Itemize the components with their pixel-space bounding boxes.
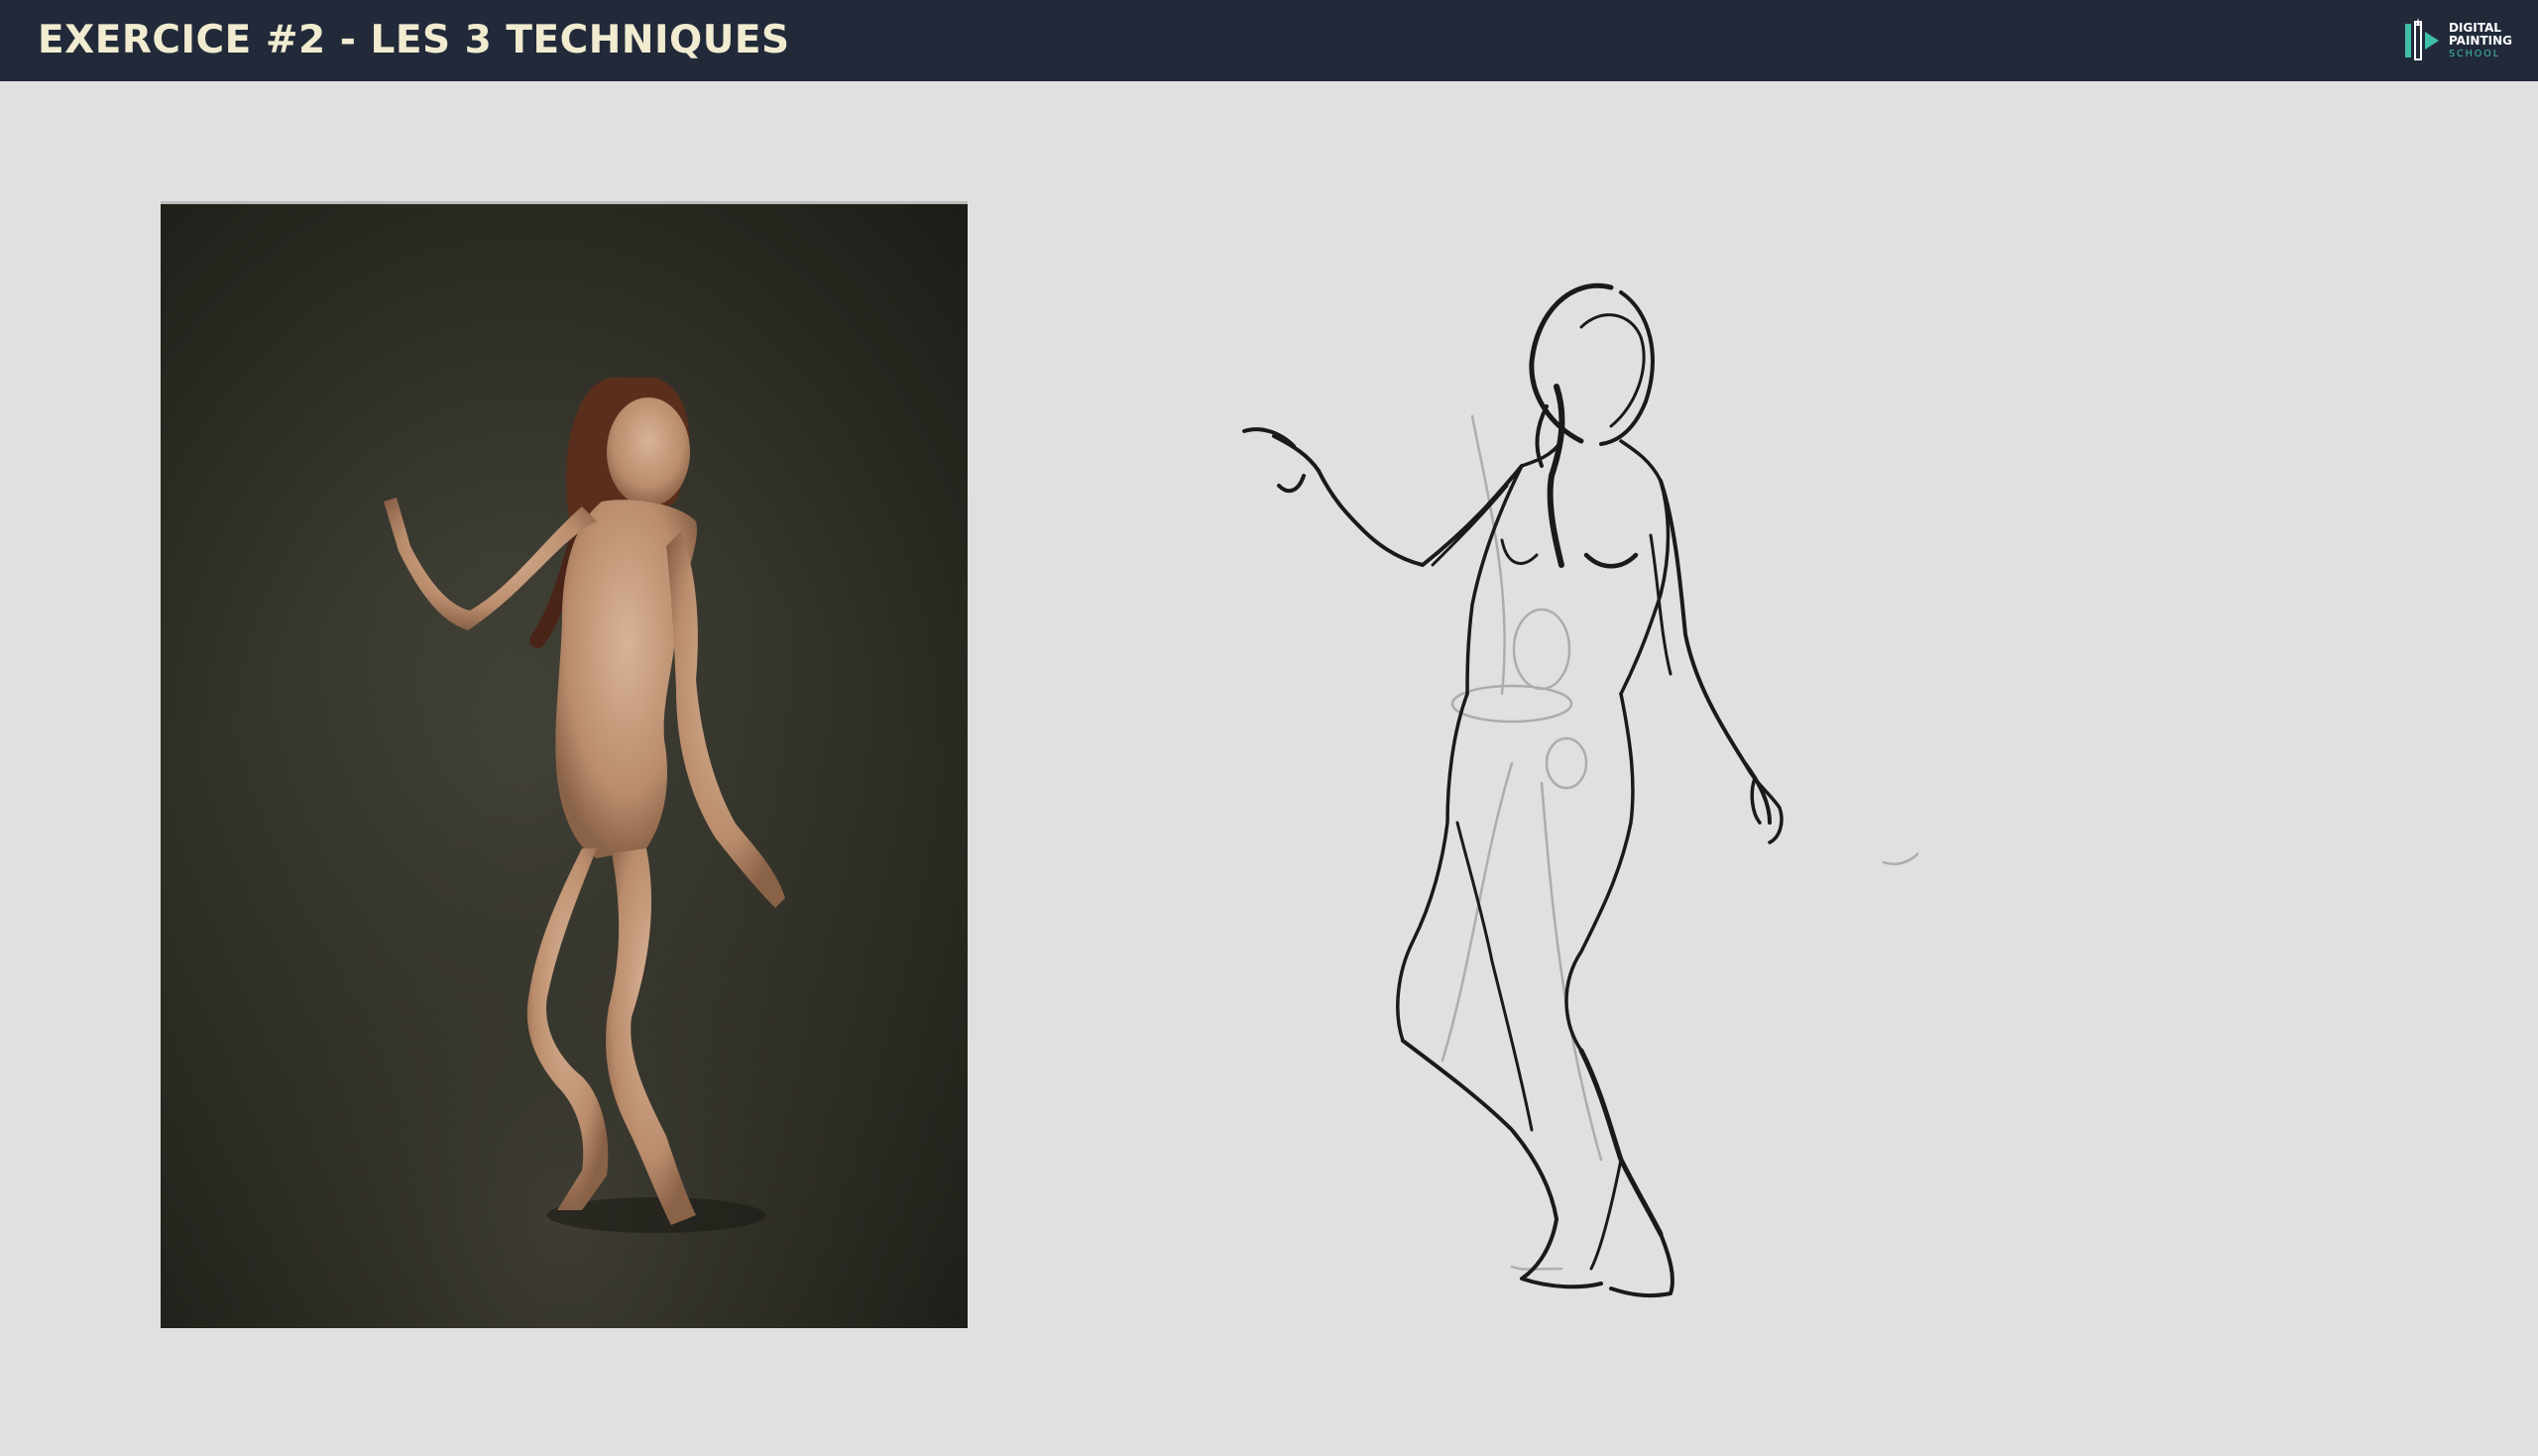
figure-sketch-image	[1242, 282, 1918, 1298]
header-bar: EXERCICE #2 - LES 3 TECHNIQUES DIGITAL P…	[0, 0, 2538, 81]
brush-logo-icon	[2404, 18, 2439, 60]
page-title: EXERCICE #2 - LES 3 TECHNIQUES	[38, 18, 790, 62]
digital-painting-school-logo: DIGITAL PAINTING SCHOOL	[2403, 18, 2512, 63]
logo-line-school: SCHOOL	[2448, 48, 2501, 59]
logo-wordmark: DIGITAL PAINTING SCHOOL	[2448, 20, 2512, 60]
logo-line-painting: PAINTING	[2448, 33, 2512, 48]
gesture-sketch	[1185, 268, 1918, 1348]
reference-photo-image	[161, 204, 968, 1328]
reference-photo	[161, 201, 968, 1328]
logo-line-digital: DIGITAL	[2448, 20, 2501, 35]
